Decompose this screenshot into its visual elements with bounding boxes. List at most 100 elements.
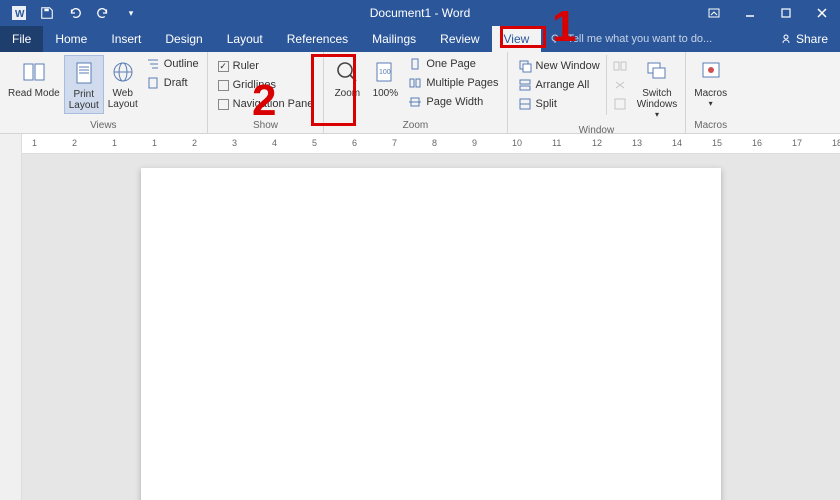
ruler-tick: 2 <box>72 138 77 148</box>
qat-customize-icon[interactable]: ▾ <box>120 2 142 24</box>
minimize-button[interactable] <box>732 0 768 26</box>
draft-icon <box>146 76 160 90</box>
switch-windows-icon <box>642 57 672 87</box>
page-surface[interactable] <box>22 154 840 500</box>
ruler-checkbox[interactable]: ✓ Ruler <box>218 57 314 75</box>
reset-position-icon <box>613 97 627 111</box>
maximize-button[interactable] <box>768 0 804 26</box>
print-layout-button[interactable]: Print Layout <box>64 55 104 114</box>
svg-text:W: W <box>15 9 25 20</box>
ruler-tick: 4 <box>272 138 277 148</box>
tab-references[interactable]: References <box>275 26 360 52</box>
navigation-pane-checkbox[interactable]: Navigation Pane <box>218 95 314 113</box>
tab-layout[interactable]: Layout <box>215 26 275 52</box>
tab-review[interactable]: Review <box>428 26 491 52</box>
zoom-100-button[interactable]: 100 100% <box>366 55 404 101</box>
sync-scroll-button[interactable] <box>613 76 627 94</box>
lightbulb-icon <box>549 33 561 45</box>
undo-icon[interactable] <box>64 2 86 24</box>
tab-design[interactable]: Design <box>153 26 214 52</box>
close-button[interactable] <box>804 0 840 26</box>
zoom-button[interactable]: Zoom <box>328 55 366 101</box>
tab-insert[interactable]: Insert <box>99 26 153 52</box>
word-app-icon[interactable]: W <box>8 2 30 24</box>
ribbon-tabs: File Home Insert Design Layout Reference… <box>0 26 840 52</box>
new-window-icon <box>518 59 532 73</box>
arrange-all-button[interactable]: Arrange All <box>518 76 600 94</box>
page-width-icon <box>408 95 422 109</box>
ruler-tick: 17 <box>792 138 802 148</box>
new-window-button[interactable]: New Window <box>518 57 600 75</box>
redo-icon[interactable] <box>92 2 114 24</box>
ruler-tick: 8 <box>432 138 437 148</box>
web-layout-button[interactable]: Web Layout <box>104 55 142 112</box>
ruler-tick: 10 <box>512 138 522 148</box>
read-mode-button[interactable]: Read Mode <box>4 55 64 101</box>
ruler-tick: 2 <box>192 138 197 148</box>
save-icon[interactable] <box>36 2 58 24</box>
zoom-100-icon: 100 <box>370 57 400 87</box>
multiple-pages-button[interactable]: Multiple Pages <box>408 74 498 92</box>
ruler-tick: 16 <box>752 138 762 148</box>
group-macros-label: Macros <box>686 119 735 133</box>
page-width-button[interactable]: Page Width <box>408 93 498 111</box>
switch-windows-button[interactable]: Switch Windows ▾ <box>633 55 682 121</box>
tell-me-search[interactable]: Tell me what you want to do... <box>541 26 768 52</box>
group-views-label: Views <box>0 119 207 133</box>
split-button[interactable]: Split <box>518 95 600 113</box>
ruler-tick: 15 <box>712 138 722 148</box>
share-button[interactable]: Share <box>768 26 840 52</box>
print-layout-icon <box>69 58 99 88</box>
ruler-tick: 18 <box>832 138 840 148</box>
group-views: Read Mode Print Layout Web Layout Outlin… <box>0 52 208 133</box>
tab-view[interactable]: View <box>492 26 542 52</box>
quick-access-toolbar: W ▾ <box>0 2 150 24</box>
ribbon-display-options-icon[interactable] <box>696 0 732 26</box>
ruler-tick: 1 <box>152 138 157 148</box>
group-zoom-label: Zoom <box>324 119 506 133</box>
tab-home[interactable]: Home <box>43 26 99 52</box>
tell-me-placeholder: Tell me what you want to do... <box>567 33 712 45</box>
outline-icon <box>146 57 160 71</box>
ruler-tick: 3 <box>232 138 237 148</box>
outline-button[interactable]: Outline <box>146 55 199 73</box>
view-side-by-side-button[interactable] <box>613 57 627 75</box>
checkbox-checked-icon: ✓ <box>218 61 229 72</box>
share-icon <box>780 33 792 45</box>
gridlines-checkbox[interactable]: Gridlines <box>218 76 314 94</box>
ruler-tick: 7 <box>392 138 397 148</box>
group-macros: Macros ▾ Macros <box>686 52 735 133</box>
svg-text:100: 100 <box>379 69 391 76</box>
ruler-tick: 12 <box>592 138 602 148</box>
ribbon: Read Mode Print Layout Web Layout Outlin… <box>0 52 840 134</box>
window-controls <box>696 0 840 26</box>
vertical-ruler[interactable] <box>0 154 22 500</box>
macros-icon <box>696 57 726 87</box>
share-label: Share <box>796 32 828 46</box>
ruler-tick: 13 <box>632 138 642 148</box>
zoom-icon <box>332 57 362 87</box>
tab-file[interactable]: File <box>0 26 43 52</box>
read-mode-icon <box>19 57 49 87</box>
group-show-label: Show <box>208 119 324 133</box>
chevron-down-icon: ▾ <box>709 99 713 108</box>
group-show: ✓ Ruler Gridlines Navigation Pane Show <box>208 52 325 133</box>
ruler-tick: 14 <box>672 138 682 148</box>
group-zoom: Zoom 100 100% One Page Multiple Pages <box>324 52 507 133</box>
ruler-tick: 5 <box>312 138 317 148</box>
reset-position-button[interactable] <box>613 95 627 113</box>
document-area <box>0 154 840 500</box>
ruler-tick: 9 <box>472 138 477 148</box>
tab-mailings[interactable]: Mailings <box>360 26 428 52</box>
ruler-corner <box>0 134 22 154</box>
side-by-side-icon <box>613 59 627 73</box>
document-page[interactable] <box>141 168 721 500</box>
ruler-tick: 1 <box>112 138 117 148</box>
sync-scroll-icon <box>613 78 627 92</box>
draft-button[interactable]: Draft <box>146 74 199 92</box>
one-page-button[interactable]: One Page <box>408 55 498 73</box>
horizontal-ruler[interactable]: 12112345678910111213141516171819 <box>0 134 840 154</box>
macros-button[interactable]: Macros ▾ <box>690 55 731 110</box>
arrange-all-icon <box>518 78 532 92</box>
title-bar: W ▾ Document1 - Word <box>0 0 840 26</box>
